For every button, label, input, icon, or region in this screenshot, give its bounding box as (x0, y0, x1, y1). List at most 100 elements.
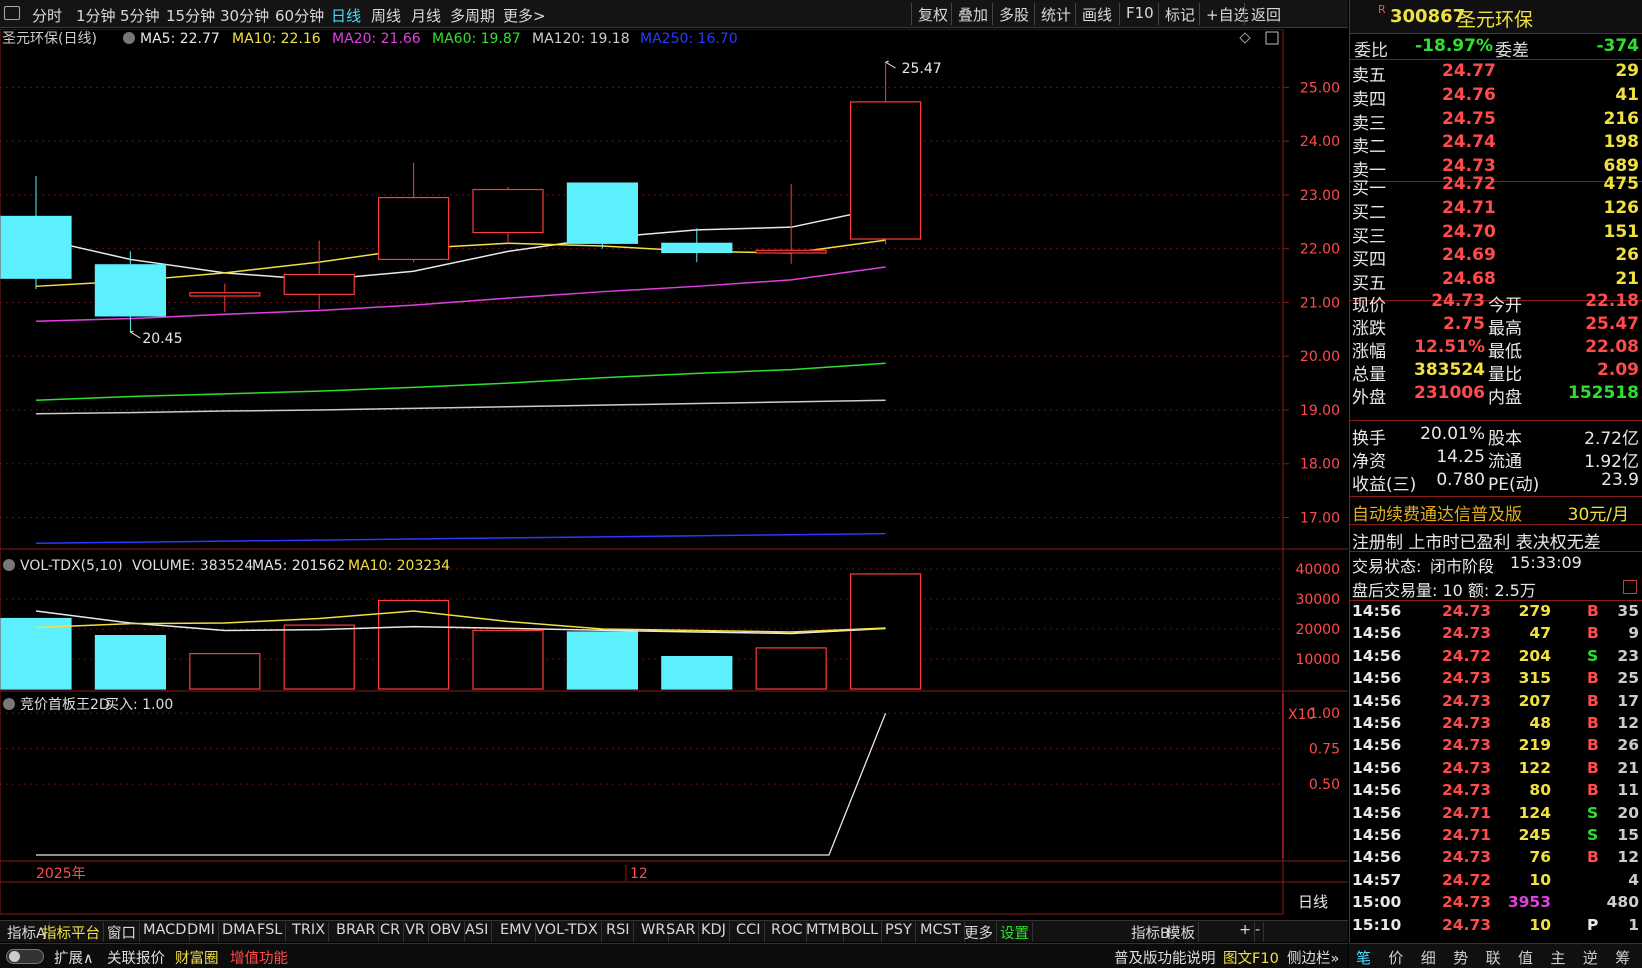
period-tab[interactable]: 5分钟 (120, 5, 160, 26)
volume-bar[interactable] (189, 652, 261, 690)
indicator-tab[interactable]: FSL (254, 922, 287, 942)
status-link[interactable]: 增值功能 (230, 947, 288, 968)
bids-row[interactable]: 买三 24.70 151 (1350, 221, 1642, 247)
bids-row[interactable]: 买五 24.68 21 (1350, 268, 1642, 294)
toolbar-action[interactable]: 统计 (1034, 3, 1077, 25)
legend-toggle-icon[interactable] (123, 32, 135, 44)
period-tab[interactable]: 更多> (503, 5, 546, 26)
candle-body[interactable] (849, 101, 922, 240)
toolbar-action[interactable]: 返回 (1244, 3, 1287, 25)
bids-row[interactable]: 买二 24.71 126 (1350, 197, 1642, 223)
volume-bar[interactable] (94, 634, 167, 690)
volume-bar[interactable] (661, 655, 733, 690)
indicator-tab[interactable]: - (1252, 922, 1265, 942)
period-label[interactable]: 日线 (1298, 893, 1328, 911)
indicator-tab[interactable]: CR (377, 922, 405, 942)
indicator-tab[interactable]: DMI (184, 922, 219, 942)
indicator-tab[interactable]: TRIX (289, 922, 330, 942)
period-tab[interactable]: 分时 (32, 5, 62, 26)
candle-body[interactable] (661, 242, 733, 254)
status-right-link[interactable]: 普及版功能说明 (1114, 947, 1216, 968)
volume-bar[interactable] (283, 624, 355, 690)
candle-body[interactable] (566, 182, 639, 244)
toolbar-action[interactable]: 画线 (1075, 3, 1118, 25)
asks-row[interactable]: 卖三 24.75 216 (1350, 108, 1642, 134)
volume-bar[interactable] (849, 573, 922, 690)
quote-tab[interactable]: 势 (1453, 947, 1468, 968)
toolbar-action[interactable]: F10 (1119, 3, 1160, 25)
indicator-tab[interactable]: PSY (882, 922, 916, 942)
volume-bar[interactable] (755, 647, 827, 690)
toolbar-action[interactable]: 复权 (911, 3, 954, 25)
period-tab[interactable]: 15分钟 (166, 5, 215, 26)
period-tab[interactable]: 60分钟 (275, 5, 324, 26)
indicator-tab[interactable]: MACD (140, 922, 191, 942)
indicator-tab[interactable]: 指标平台 (39, 922, 104, 942)
diamond-icon[interactable] (1239, 32, 1251, 44)
indicator-toggle-icon[interactable] (3, 698, 15, 710)
candle-body[interactable] (378, 197, 450, 261)
asks-row[interactable]: 卖二 24.74 198 (1350, 131, 1642, 157)
toolbar-action[interactable]: 标记 (1158, 3, 1201, 25)
panel-toggle-icon[interactable] (1265, 31, 1279, 45)
asks-row[interactable]: 卖四 24.76 41 (1350, 84, 1642, 110)
indicator-tab[interactable]: 模板 (1163, 922, 1199, 942)
quote-tab[interactable]: 联 (1486, 947, 1501, 968)
bids-row[interactable]: 买一 24.72 475 (1350, 173, 1642, 199)
indicator-tab[interactable]: KDJ (698, 922, 730, 942)
indicator-tab[interactable]: MCST (917, 922, 965, 942)
status-link[interactable]: 扩展∧ (54, 947, 94, 968)
indicator-tab[interactable]: ROC (768, 922, 807, 942)
candle-body[interactable] (472, 188, 544, 234)
window-menu-icon[interactable] (4, 6, 20, 20)
period-tab[interactable]: 日线 (331, 5, 361, 26)
indicator-tab[interactable]: SAR (663, 922, 700, 942)
promo-banner[interactable]: 自动续费通达信普及版 30元/月 (1350, 499, 1642, 525)
quote-tab[interactable]: 筹 (1615, 947, 1630, 968)
volume-toggle-icon[interactable] (3, 559, 15, 571)
status-link[interactable]: 关联报价 (107, 947, 165, 968)
toggle-switch[interactable] (6, 949, 44, 964)
bids-row[interactable]: 买四 24.69 26 (1350, 244, 1642, 270)
volume-bar[interactable] (0, 617, 72, 690)
indicator-tab[interactable]: BOLL (838, 922, 883, 942)
indicator-tab[interactable]: RSI (603, 922, 634, 942)
indicator-tab[interactable]: BRAR (333, 922, 380, 942)
after-hours-icon[interactable] (1623, 580, 1637, 594)
volume-bar[interactable] (472, 629, 544, 690)
asks-row[interactable]: 卖五 24.77 29 (1350, 60, 1642, 86)
candle-body[interactable] (94, 264, 167, 317)
status-right-link[interactable]: 图文F10 (1223, 947, 1279, 968)
candle-body[interactable] (755, 249, 827, 254)
candle-body[interactable] (283, 273, 355, 295)
indicator-tab[interactable]: VOL-TDX (532, 922, 602, 942)
period-tab[interactable]: 周线 (371, 5, 401, 26)
indicator-tab[interactable]: ASI (462, 922, 493, 942)
status-link[interactable]: 财富圈 (175, 947, 219, 968)
candle-body[interactable] (189, 292, 261, 297)
indicator-tab[interactable]: 设置 (997, 922, 1033, 942)
indicator-tab[interactable]: 窗口 (104, 922, 140, 942)
period-tab[interactable]: 30分钟 (220, 5, 269, 26)
indicator-tab[interactable]: VR (402, 922, 429, 942)
quote-tab[interactable]: 笔 (1356, 947, 1371, 968)
quote-tab[interactable]: 价 (1388, 947, 1403, 968)
toolbar-action[interactable]: 多股 (992, 3, 1035, 25)
indicator-tab[interactable]: CCI (733, 922, 765, 942)
indicator-axis-tick: 0.75 (1309, 742, 1340, 758)
tick-row: 14:56 24.73 80 B 11 (1352, 781, 1639, 800)
period-tab[interactable]: 多周期 (450, 5, 495, 26)
status-right-link[interactable]: 侧边栏» (1287, 947, 1339, 968)
quote-tab[interactable]: 值 (1518, 947, 1533, 968)
indicator-tab[interactable]: EMV (497, 922, 536, 942)
volume-bar[interactable] (566, 631, 639, 690)
period-tab[interactable]: 月线 (411, 5, 441, 26)
quote-tab[interactable]: 主 (1550, 947, 1565, 968)
candle-body[interactable] (0, 215, 72, 279)
indicator-tab[interactable]: OBV (427, 922, 465, 942)
quote-tab[interactable]: 细 (1421, 947, 1436, 968)
toolbar-action[interactable]: 叠加 (951, 3, 994, 25)
indicator-tab[interactable]: 更多 (961, 922, 997, 942)
quote-tab[interactable]: 逆 (1583, 947, 1598, 968)
period-tab[interactable]: 1分钟 (76, 5, 116, 26)
